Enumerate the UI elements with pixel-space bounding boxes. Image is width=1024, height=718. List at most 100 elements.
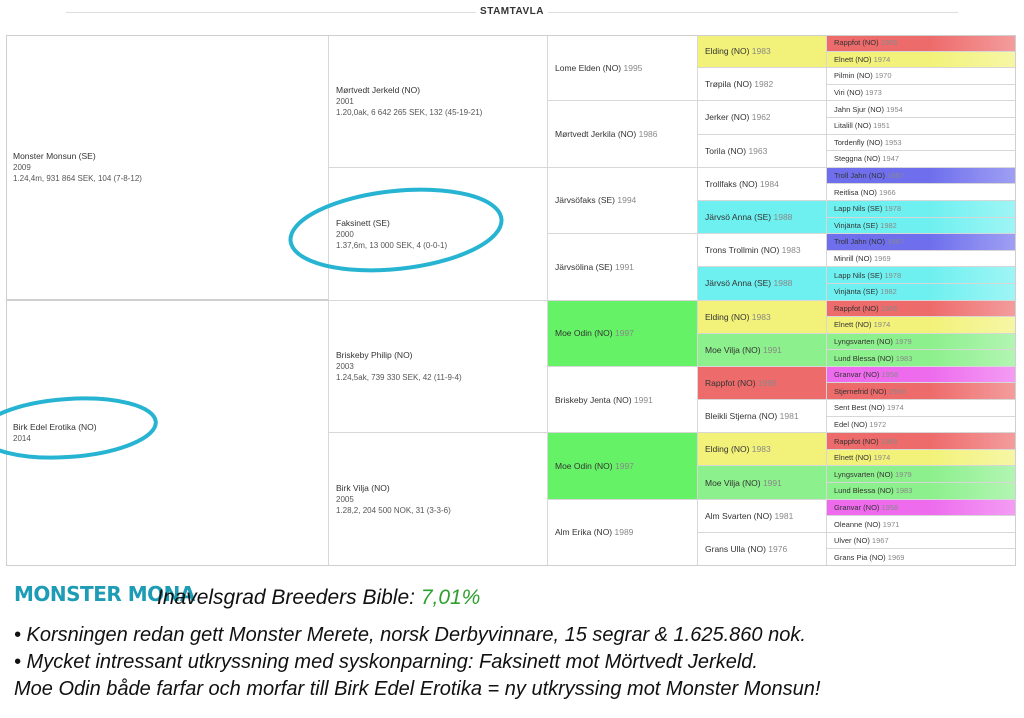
gen5-horse-cell[interactable]: Litalill (NO) 1951 (827, 117, 1016, 135)
gen5-horse-cell[interactable]: Rappfot (NO) 1965 (827, 35, 1016, 52)
gen4-horse-cell[interactable]: Moe Vilja (NO) 1991 (698, 466, 827, 500)
gen3-horse-cell[interactable]: Moe Odin (NO) 1997 (548, 433, 698, 500)
horse-year: 1969 (885, 552, 905, 562)
gen5-horse-cell[interactable]: Stjernefrid (NO) 1959 (827, 383, 1016, 401)
gen4-horse-cell[interactable]: Alm Svarten (NO) 1981 (698, 499, 827, 533)
gen2-horse-cell[interactable]: Briskeby Philip (NO) 2003 1.24,5ak, 739 33… (329, 300, 548, 434)
gen4-horse-cell[interactable]: Bleikli Stjerna (NO) 1981 (698, 400, 827, 434)
gen4-horse-cell[interactable]: Grans Ulla (NO) 1976 (698, 532, 827, 566)
gen5-horse-cell[interactable]: Rappfot (NO) 1965 (827, 433, 1016, 450)
horse-name-text: Lyngsvarten (NO) (834, 469, 893, 479)
gen2-horse-cell[interactable]: Faksinett (SE) 2000 1.37,6m, 13 000 SEK, 4… (329, 167, 548, 301)
gen3-horse-cell[interactable]: Järvsölina (SE) 1991 (548, 234, 698, 301)
horse-name: Pilmin (NO) 1970 (834, 71, 1015, 80)
gen5-horse-cell[interactable]: Lyngsvarten (NO) 1979 (827, 466, 1016, 484)
horse-name: Jerker (NO) 1962 (705, 112, 826, 122)
gen3-horse-cell[interactable]: Moe Odin (NO) 1997 (548, 300, 698, 367)
gen4-horse-cell[interactable]: Jerker (NO) 1962 (698, 101, 827, 135)
gen5-horse-cell[interactable]: Lyngsvarten (NO) 1979 (827, 333, 1016, 351)
horse-name-text: Elnett (NO) (834, 54, 872, 64)
gen5-horse-cell[interactable]: Tordenfly (NO) 1953 (827, 134, 1016, 152)
gen5-horse-cell[interactable]: Elnett (NO) 1974 (827, 449, 1016, 467)
gen5-horse-cell[interactable]: Lund Blessa (NO) 1983 (827, 350, 1016, 367)
horse-name-text: Elding (NO) (705, 444, 750, 455)
gen5-horse-cell[interactable]: Troll Jahn (NO) 1967 (827, 167, 1016, 185)
gen4-horse-cell[interactable]: Elding (NO) 1983 (698, 433, 827, 467)
horse-name-text: Granvar (NO) (834, 370, 880, 380)
horse-year: 1979 (892, 469, 912, 479)
gen5-horse-cell[interactable]: Pilmin (NO) 1970 (827, 68, 1016, 85)
horse-name-text: Rappfot (NO) (834, 436, 879, 446)
gen4-horse-cell[interactable]: Torila (NO) 1963 (698, 134, 827, 168)
horse-name: Rappfot (NO) 1965 (834, 38, 1015, 47)
gen5-horse-cell[interactable]: Ulver (NO) 1967 (827, 532, 1016, 550)
gen4-horse-cell[interactable]: Rappfot (NO) 1965 (698, 366, 827, 401)
horse-name-text: Trons Trollmin (NO) (705, 245, 780, 256)
horse-name: Trollfaks (NO) 1984 (705, 179, 826, 189)
gen5-horse-cell[interactable]: Granvar (NO) 1958 (827, 499, 1016, 517)
horse-name-text: Trøpila (NO) (705, 79, 752, 90)
gen5-horse-cell[interactable]: Elnett (NO) 1974 (827, 317, 1016, 334)
gen5-horse-cell[interactable]: Steggna (NO) 1947 (827, 151, 1016, 168)
horse-name: Birk Edel Erotika (NO) (13, 422, 328, 432)
horse-name: Litalill (NO) 1951 (834, 121, 1015, 130)
gen5-horse-cell[interactable]: Lund Blessa (NO) 1983 (827, 483, 1016, 500)
gen5-horse-cell[interactable]: Edel (NO) 1972 (827, 416, 1016, 434)
horse-name-text: Litalill (NO) (834, 121, 872, 131)
gen5-horse-cell[interactable]: Vinjänta (SE) 1982 (827, 217, 1016, 235)
horse-year: 1983 (749, 311, 771, 322)
gen4-horse-cell[interactable]: Elding (NO) 1983 (698, 300, 827, 334)
horse-name: Minrill (NO) 1969 (834, 254, 1015, 263)
gen3-horse-cell[interactable]: Mørtvedt Jerkila (NO) 1986 (548, 101, 698, 168)
horse-year: 1974 (871, 453, 891, 463)
horse-year: 1984 (757, 178, 779, 189)
horse-race-record: 1.24,5ak, 739 330 SEK, 42 (11-9-4) (336, 373, 462, 383)
gen4-horse-cell[interactable]: Moe Vilja (NO) 1991 (698, 333, 827, 367)
gen4-horse-cell[interactable]: Trollfaks (NO) 1984 (698, 167, 827, 201)
horse-name-text: Järvsöfaks (SE) (555, 195, 615, 206)
gen3-horse-cell[interactable]: Lome Elden (NO) 1995 (548, 35, 698, 102)
gen5-horse-cell[interactable]: Reitlisa (NO) 1966 (827, 184, 1016, 201)
gen2-horse-cell[interactable]: Birk Vilja (NO) 2005 1.28,2, 204 500 NOK, … (329, 433, 548, 566)
horse-name-text: Grans Ulla (NO) (705, 543, 766, 554)
gen2-horse-cell[interactable]: Mørtvedt Jerkeld (NO) 2001 1.20,0ak, 6 642… (329, 35, 548, 168)
gen4-horse-cell[interactable]: Järvsö Anna (SE) 1988 (698, 267, 827, 301)
gen4-horse-cell[interactable]: Elding (NO) 1983 (698, 35, 827, 69)
horse-name-text: Alm Erika (NO) (555, 527, 613, 538)
gen1-horse-cell[interactable]: Monster Monsun (SE) 2009 1.24,4m, 931 864 … (6, 35, 329, 301)
gen5-horse-cell[interactable]: Jahn Sjur (NO) 1954 (827, 101, 1016, 118)
gen4-horse-cell[interactable]: Trons Trollmin (NO) 1983 (698, 234, 827, 268)
gen5-horse-cell[interactable]: Vinjänta (SE) 1982 (827, 283, 1016, 301)
gen5-horse-cell[interactable]: Viri (NO) 1973 (827, 84, 1016, 102)
horse-name-text: Lapp Nils (SE) (834, 270, 883, 280)
gen5-horse-cell[interactable]: Troll Jahn (NO) 1967 (827, 234, 1016, 251)
horse-name-text: Lome Elden (NO) (555, 62, 622, 73)
horse-year: 1982 (751, 79, 774, 90)
horse-name-text: Edel (NO) (834, 419, 868, 429)
gen3-horse-cell[interactable]: Järvsöfaks (SE) 1994 (548, 167, 698, 235)
horse-name: Lapp Nils (SE) 1978 (834, 271, 1015, 280)
gen3-horse-cell[interactable]: Briskeby Jenta (NO) 1991 (548, 366, 698, 434)
gen5-horse-cell[interactable]: Lapp Nils (SE) 1978 (827, 267, 1016, 284)
horse-name: Steggna (NO) 1947 (834, 154, 1015, 163)
horse-name: Alm Svarten (NO) 1981 (705, 511, 826, 521)
horse-name-text: Mørtvedt Jerkeld (NO) (336, 84, 421, 95)
gen5-horse-cell[interactable]: Sent Best (NO) 1974 (827, 400, 1016, 417)
gen5-horse-cell[interactable]: Granvar (NO) 1958 (827, 366, 1016, 384)
horse-year: 1965 (878, 436, 898, 446)
horse-year: 1969 (871, 254, 891, 264)
gen5-horse-cell[interactable]: Rappfot (NO) 1965 (827, 300, 1016, 318)
horse-name-text: Moe Odin (NO) (555, 328, 613, 339)
horse-name: Elnett (NO) 1974 (834, 453, 1015, 462)
gen5-horse-cell[interactable]: Elnett (NO) 1974 (827, 51, 1016, 69)
horse-name-text: Troll Jahn (NO) (834, 237, 885, 247)
gen5-horse-cell[interactable]: Lapp Nils (SE) 1978 (827, 200, 1016, 218)
gen4-horse-cell[interactable]: Järvsö Anna (SE) 1988 (698, 200, 827, 235)
gen5-horse-cell[interactable]: Minrill (NO) 1969 (827, 250, 1016, 268)
gen1-horse-cell[interactable]: Birk Edel Erotika (NO) 2014 (6, 300, 329, 566)
gen3-horse-cell[interactable]: Alm Erika (NO) 1989 (548, 499, 698, 566)
gen4-horse-cell[interactable]: Trøpila (NO) 1982 (698, 68, 827, 102)
gen5-horse-cell[interactable]: Oleanne (NO) 1971 (827, 516, 1016, 533)
gen5-horse-cell[interactable]: Grans Pia (NO) 1969 (827, 549, 1016, 566)
pedigree-table: Monster Monsun (SE) 2009 1.24,4m, 931 864 … (6, 35, 1016, 566)
